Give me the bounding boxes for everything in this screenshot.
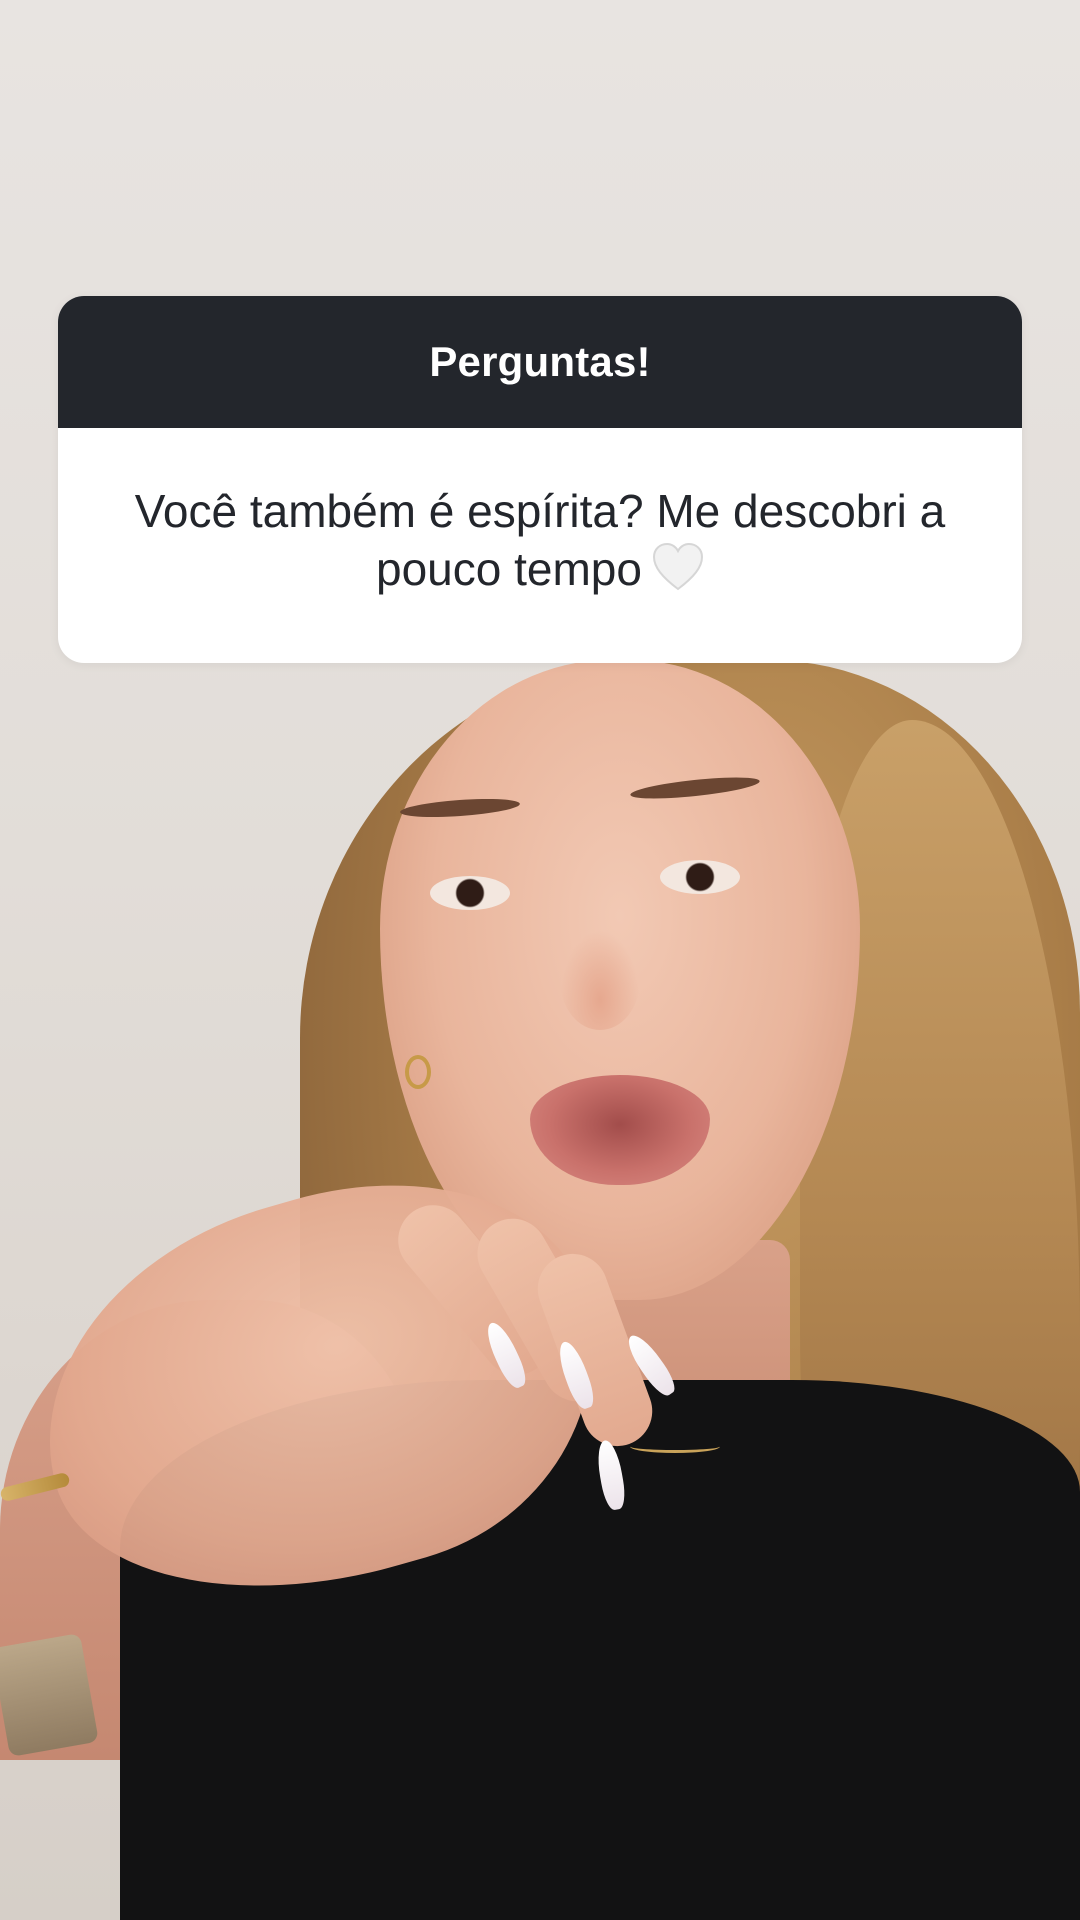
white-heart-icon [652, 542, 704, 604]
question-sticker-header: Perguntas! [58, 296, 1022, 428]
right-eye [660, 860, 740, 894]
left-eye [430, 876, 510, 910]
story-view[interactable]: Perguntas! Você também é espírita? Me de… [0, 0, 1080, 1920]
question-sticker-body: Você também é espírita? Me descobri a po… [58, 428, 1022, 663]
question-sticker-title: Perguntas! [429, 338, 651, 385]
necklace [630, 1440, 720, 1453]
question-text-wrapper: Você também é espírita? Me descobri a po… [98, 482, 982, 604]
story-photo [0, 0, 1080, 1920]
nose [560, 930, 640, 1030]
earring [405, 1055, 431, 1089]
question-sticker[interactable]: Perguntas! Você também é espírita? Me de… [58, 296, 1022, 663]
question-text: Você também é espírita? Me descobri a po… [134, 484, 946, 595]
